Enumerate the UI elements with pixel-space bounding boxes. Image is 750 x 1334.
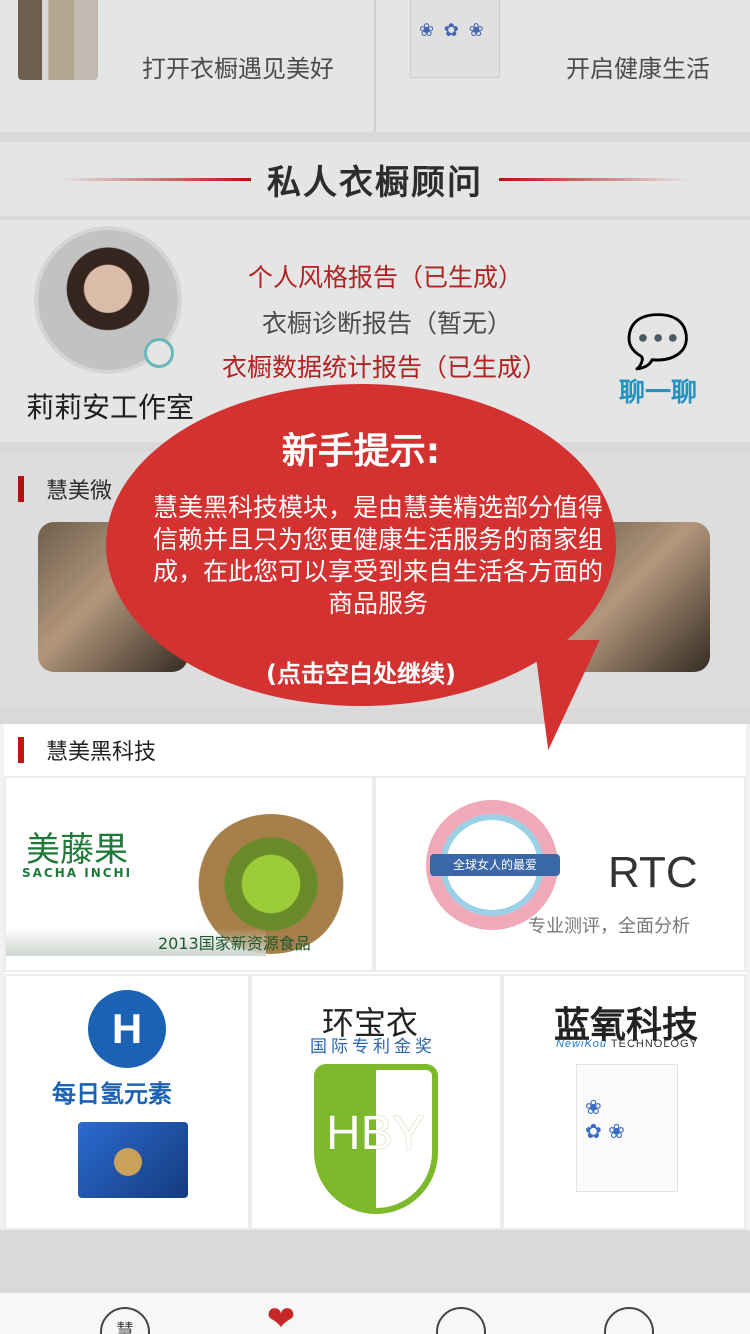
heitech-section: 慧美黑科技 美藤果 SACHA INCHI 2013国家新资源食品 全球女人的最…: [4, 724, 746, 1230]
hydrogen-box-image: [78, 1122, 188, 1198]
sacha-logo: 美藤果: [26, 830, 128, 870]
tip-continue-hint[interactable]: (点击空白处继续): [106, 654, 616, 689]
tab-home[interactable]: 慧: [100, 1307, 150, 1334]
section-marker: [18, 737, 24, 763]
rtc-banner: 全球女人的最爱: [430, 854, 560, 876]
heart-hands-icon[interactable]: ❤: [256, 1299, 306, 1334]
hydrogen-tile[interactable]: H 每日氢元素: [4, 974, 250, 1230]
sacha-inchi-tile[interactable]: 美藤果 SACHA INCHI 2013国家新资源食品: [4, 776, 374, 972]
lanyang-brand: NewiKou: [556, 1038, 608, 1050]
lanyang-brand-suffix: TECHNOLOGY: [610, 1038, 698, 1050]
purifier-device-image: [576, 1064, 678, 1192]
rtc-title: RTC: [608, 848, 698, 897]
lanyang-subtitle: NewiKou TECHNOLOGY: [556, 1038, 698, 1050]
heitech-title: 慧美黑科技: [46, 740, 157, 765]
rtc-subtitle: 专业测评，全面分析: [528, 916, 690, 937]
hby-tile[interactable]: 环宝衣 国际专利金奖 HBY: [250, 974, 502, 1230]
cart-icon[interactable]: [436, 1307, 486, 1334]
hby-award: 国际专利金奖: [310, 1037, 436, 1057]
hby-shield-text: HBY: [326, 1107, 425, 1160]
rtc-tile[interactable]: 全球女人的最爱 RTC 专业测评，全面分析: [374, 776, 746, 972]
page: 打开衣橱遇见美好 开启健康生活 私人衣橱顾问 莉莉安工作室 个人风格报告（已生成…: [0, 0, 750, 1334]
user-icon[interactable]: [604, 1307, 654, 1334]
tab-bar: 慧 ❤: [0, 1292, 750, 1334]
sacha-caption: 2013国家新资源食品: [158, 934, 311, 953]
hydrogen-name: 每日氢元素: [52, 1080, 172, 1108]
hydrogen-logo-icon: H: [88, 990, 166, 1068]
heitech-header: 慧美黑科技: [4, 724, 746, 776]
tip-title: 新手提示:: [281, 431, 441, 472]
tip-overlay-bottom[interactable]: [0, 1230, 750, 1292]
lanyang-tile[interactable]: 蓝氧科技 NewiKou TECHNOLOGY: [502, 974, 746, 1230]
sacha-subtitle: SACHA INCHI: [22, 866, 133, 880]
tip-body: 慧美黑科技模块，是由慧美精选部分值得信赖并且只为您更健康生活服务的商家组成，在此…: [152, 493, 603, 618]
